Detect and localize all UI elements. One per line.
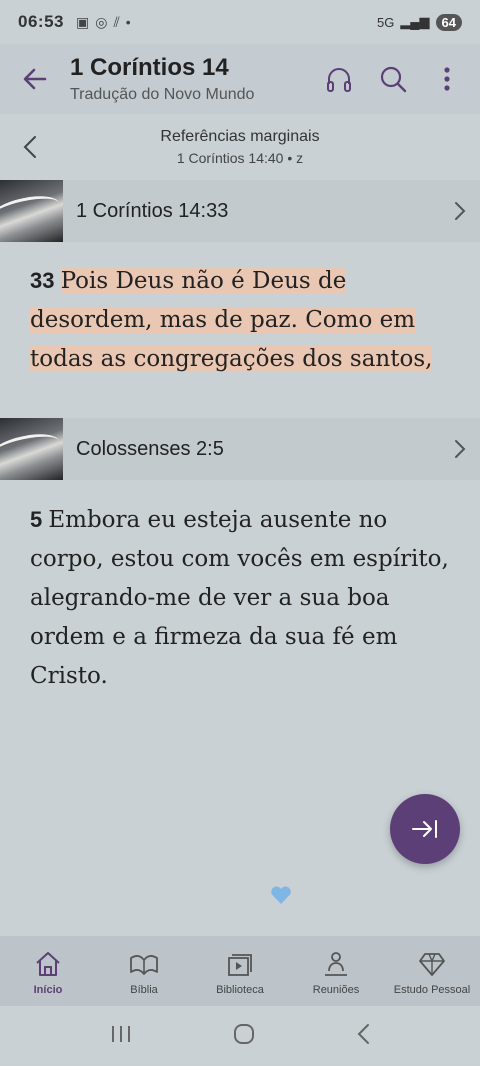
meetings-icon	[321, 947, 351, 981]
verse-block-2: 5 Embora eu esteja ausente no corpo, est…	[30, 500, 450, 696]
headphones-icon	[327, 68, 351, 92]
nav-label: Início	[33, 983, 63, 996]
nav-inicio[interactable]: Início	[0, 936, 96, 1006]
search-button[interactable]	[374, 60, 412, 98]
home-icon	[33, 947, 63, 981]
home-circle-icon	[233, 1023, 254, 1044]
chevron-right-icon	[440, 438, 480, 460]
app-bar: 1 Coríntios 14 Tradução do Novo Mundo	[0, 44, 480, 114]
bottom-navigation: Início Bíblia Biblioteca Reuniões Estudo…	[0, 936, 480, 1006]
bible-icon	[128, 947, 160, 981]
nav-label: Bíblia	[130, 983, 158, 996]
nav-biblioteca[interactable]: Biblioteca	[192, 936, 288, 1006]
nav-biblia[interactable]: Bíblia	[96, 936, 192, 1006]
home-button[interactable]	[232, 1022, 256, 1051]
library-icon	[225, 947, 255, 981]
recent-apps-button[interactable]	[109, 1023, 133, 1050]
translation-subtitle: Tradução do Novo Mundo	[70, 86, 255, 103]
status-bar: 06:53 ▣ ◎ ⫽ • 5G ▂▄▆ 64	[0, 0, 480, 44]
nav-estudo-pessoal[interactable]: Estudo Pessoal	[384, 936, 480, 1006]
chevron-left-icon	[23, 136, 36, 158]
back-button[interactable]	[0, 44, 70, 114]
system-navigation	[0, 1006, 480, 1066]
references-back-button[interactable]	[0, 114, 60, 180]
verse-text: Embora eu esteja ausente no corpo, estou…	[30, 507, 449, 689]
more-vertical-icon	[444, 67, 450, 91]
search-icon	[380, 66, 407, 93]
heart-icon	[270, 885, 292, 910]
arrow-to-end-icon	[412, 820, 437, 838]
battery-level: 64	[435, 13, 462, 31]
nav-label: Estudo Pessoal	[393, 983, 471, 996]
nav-label: Reuniões	[312, 983, 360, 996]
highlighted-verse-text: Pois Deus não é Deus de desordem, mas de…	[30, 268, 433, 372]
system-back-button[interactable]	[355, 1022, 371, 1051]
reference-link-1[interactable]: 1 Coríntios 14:33	[0, 180, 480, 242]
arrow-left-icon	[23, 68, 47, 90]
signal-slash-icon: ⫽	[113, 13, 120, 30]
references-header: Referências marginais 1 Coríntios 14:40 …	[0, 114, 480, 180]
nav-reunioes[interactable]: Reuniões	[288, 936, 384, 1006]
bible-thumbnail	[0, 180, 63, 242]
more-options-button[interactable]	[428, 60, 466, 98]
recents-icon	[112, 1025, 131, 1042]
references-title: Referências marginais	[160, 128, 320, 145]
audio-button[interactable]	[320, 60, 358, 98]
system-back-icon	[357, 1023, 369, 1044]
references-subtitle: 1 Coríntios 14:40 • z	[176, 150, 304, 166]
nav-label: Biblioteca	[216, 983, 264, 996]
system-status: 5G ▂▄▆ 64	[376, 13, 462, 31]
diamond-icon	[417, 947, 447, 981]
notification-icons: ▣ ◎ ⫽ •	[76, 14, 131, 31]
title-block: 1 Coríntios 14 Tradução do Novo Mundo	[70, 54, 320, 104]
next-reference-button[interactable]	[390, 794, 460, 864]
reference-link-2[interactable]: Colossenses 2:5	[0, 418, 480, 480]
reference-label: 1 Coríntios 14:33	[76, 199, 229, 222]
dot-icon: •	[125, 14, 131, 30]
screenshot-icon: ▣	[75, 13, 90, 30]
signal-icon: ▂▄▆	[400, 14, 430, 29]
whatsapp-icon: ◎	[95, 13, 108, 30]
reference-label: Colossenses 2:5	[76, 437, 224, 460]
status-time: 06:53	[18, 12, 64, 31]
page-title: 1 Coríntios 14	[70, 54, 229, 81]
bible-thumbnail	[0, 418, 63, 480]
network-type: 5G	[376, 14, 395, 30]
verse-number: 5	[30, 507, 49, 532]
verse-number: 33	[30, 268, 61, 293]
verse-block-1: 33 Pois Deus não é Deus de desordem, mas…	[30, 261, 450, 379]
chevron-right-icon	[440, 200, 480, 222]
